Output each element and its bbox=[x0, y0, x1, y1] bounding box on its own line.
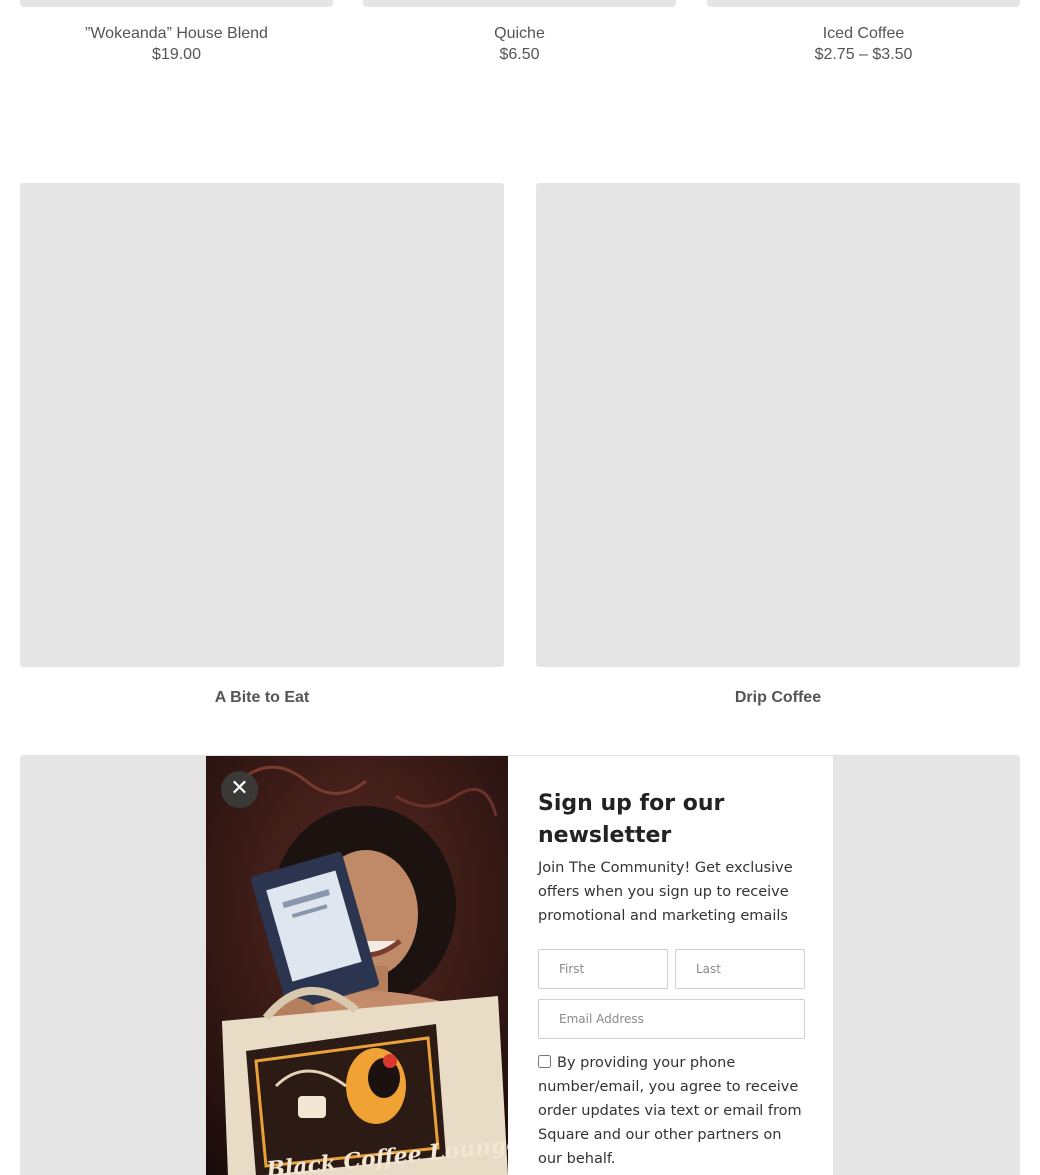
product-image[interactable] bbox=[363, 0, 676, 7]
category-tile-image[interactable] bbox=[20, 183, 504, 667]
close-icon[interactable]: ✕ bbox=[221, 771, 258, 808]
category-tile-image[interactable] bbox=[536, 183, 1020, 667]
consent-row: By providing your phone number/email, yo… bbox=[538, 1051, 806, 1171]
category-label[interactable]: A Bite to Eat bbox=[20, 689, 504, 707]
newsletter-title: Sign up for our newsletter bbox=[538, 791, 725, 848]
product-image[interactable] bbox=[707, 0, 1020, 7]
product-price: $2.75 – $3.50 bbox=[814, 46, 913, 63]
name-fields bbox=[538, 949, 806, 989]
newsletter-description: Join The Community! Get exclusive offers… bbox=[538, 860, 793, 924]
product-name[interactable]: Quiche bbox=[363, 25, 676, 43]
woman-with-tote-bag-illustration: Black Coffee Lounge bbox=[206, 756, 508, 1175]
product-price: $19.00 bbox=[152, 46, 201, 63]
product-card[interactable]: Quiche $6.50 bbox=[363, 0, 676, 64]
newsletter-form: Sign up for our newsletter Join The Comm… bbox=[538, 788, 806, 1171]
last-name-field[interactable] bbox=[675, 949, 805, 989]
product-image[interactable] bbox=[20, 0, 333, 7]
product-name[interactable]: Iced Coffee bbox=[707, 25, 1020, 43]
page: ”Wokeanda” House Blend $19.00 Quiche $6.… bbox=[0, 0, 1040, 1175]
product-name[interactable]: ”Wokeanda” House Blend bbox=[20, 25, 333, 43]
email-field[interactable] bbox=[538, 999, 805, 1039]
product-price: $6.50 bbox=[499, 46, 540, 63]
product-card[interactable]: ”Wokeanda” House Blend $19.00 bbox=[20, 0, 333, 64]
newsletter-photo: Black Coffee Lounge bbox=[206, 756, 508, 1175]
newsletter-modal: Black Coffee Lounge ✕ Sign up for our ne… bbox=[205, 755, 834, 1175]
category-label[interactable]: Drip Coffee bbox=[536, 689, 1020, 707]
consent-checkbox[interactable] bbox=[538, 1055, 551, 1068]
first-name-field[interactable] bbox=[538, 949, 668, 989]
product-card[interactable]: Iced Coffee $2.75 – $3.50 bbox=[707, 0, 1020, 64]
consent-text: By providing your phone number/email, yo… bbox=[538, 1055, 802, 1167]
